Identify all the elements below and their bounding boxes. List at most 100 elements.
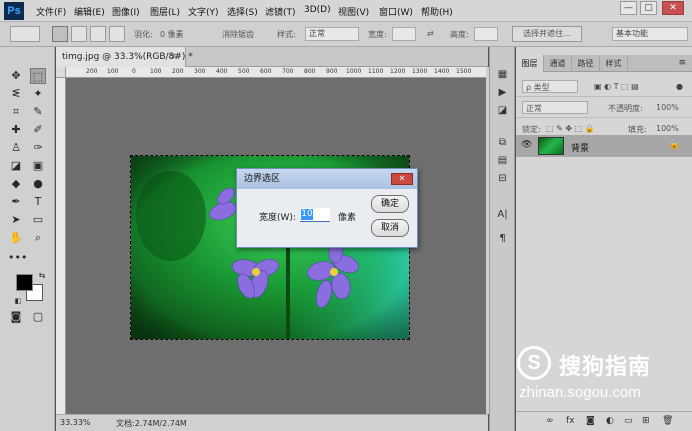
- watermark-text: 搜狗指南: [559, 355, 652, 380]
- rectangle-tool-icon[interactable]: ▭: [30, 212, 46, 228]
- height-field[interactable]: [474, 27, 498, 41]
- menu-help[interactable]: 帮助(H): [421, 5, 453, 18]
- actions-panel-icon[interactable]: ▶: [495, 85, 510, 100]
- tab-paths[interactable]: 路径: [572, 55, 600, 72]
- ruler-tick: 800: [304, 68, 316, 75]
- adjustment-layer-icon[interactable]: ◐: [606, 416, 614, 426]
- path-selection-icon[interactable]: ➤: [8, 212, 24, 228]
- default-colors-icon[interactable]: ◧: [10, 293, 26, 309]
- antialias-checkbox[interactable]: 消除锯齿: [222, 29, 254, 40]
- swap-icon[interactable]: ⇄: [427, 29, 434, 38]
- menu-view[interactable]: 视图(V): [338, 5, 369, 18]
- swap-colors-icon[interactable]: ⇆: [34, 268, 50, 284]
- dialog-close-icon[interactable]: ✕: [391, 173, 413, 185]
- add-mask-icon[interactable]: ◙: [586, 416, 595, 426]
- blur-tool-icon[interactable]: ◆: [8, 176, 24, 192]
- document-tab[interactable]: timg.jpg @ 33.3%(RGB/8#) * ×: [56, 47, 193, 67]
- width-field[interactable]: [392, 27, 416, 41]
- horizontal-ruler: 200 100 0 100 200 300 400 500 600 700 80…: [66, 67, 486, 78]
- cancel-button[interactable]: 取消: [371, 219, 409, 237]
- move-tool-icon[interactable]: ✥: [8, 68, 24, 84]
- screen-mode-icon[interactable]: ▢: [30, 309, 46, 325]
- history-panel-icon[interactable]: ▦: [495, 67, 510, 82]
- menu-edit[interactable]: 编辑(E): [74, 5, 105, 18]
- panel-dock: ▦ ▶ ◪ ⧉ ▤ ⊟ A| ¶: [489, 47, 515, 431]
- libraries-panel-icon[interactable]: ⧉: [495, 135, 510, 150]
- close-window-button[interactable]: ✕: [662, 1, 684, 15]
- quick-mask-icon[interactable]: ◙: [8, 309, 24, 325]
- menu-type[interactable]: 文字(Y): [188, 5, 219, 18]
- clone-stamp-icon[interactable]: ♙: [8, 140, 24, 156]
- link-layers-icon[interactable]: ∞: [546, 416, 554, 426]
- select-and-mask-button[interactable]: 选择并遮住...: [512, 26, 582, 42]
- workspace-select[interactable]: 基本功能: [612, 27, 688, 41]
- fill-label: 填充:: [628, 125, 647, 134]
- menu-filter[interactable]: 滤镜(T): [265, 5, 296, 18]
- healing-brush-icon[interactable]: ✚: [8, 122, 24, 138]
- menu-layer[interactable]: 图层(L): [150, 5, 180, 18]
- fill-value[interactable]: 100%: [656, 124, 679, 133]
- layer-style-icon[interactable]: fx: [566, 416, 575, 426]
- restore-button[interactable]: ▢: [640, 1, 657, 15]
- brush-tool-icon[interactable]: ✐: [30, 122, 46, 138]
- ruler-origin[interactable]: [56, 67, 66, 78]
- zoom-level[interactable]: 33.33%: [60, 418, 91, 427]
- subtract-selection-icon[interactable]: [90, 26, 106, 42]
- close-tab-icon[interactable]: ×: [169, 47, 177, 67]
- ok-button[interactable]: 确定: [371, 195, 409, 213]
- history-brush-icon[interactable]: ✑: [30, 140, 46, 156]
- intersect-selection-icon[interactable]: [109, 26, 125, 42]
- menu-window[interactable]: 窗口(W): [379, 5, 413, 18]
- character-panel-icon[interactable]: A|: [495, 207, 510, 222]
- document-info: 文档:2.74M/2.74M: [116, 419, 187, 428]
- menu-file[interactable]: 文件(F): [36, 5, 66, 18]
- style-select[interactable]: 正常: [305, 27, 359, 41]
- more-tools-icon[interactable]: •••: [8, 250, 27, 266]
- panel-menu-icon[interactable]: ≡: [678, 58, 686, 68]
- paragraph-panel-icon[interactable]: ¶: [495, 231, 510, 246]
- height-label: 高度:: [450, 30, 469, 39]
- tab-styles[interactable]: 样式: [600, 55, 628, 72]
- opacity-value[interactable]: 100%: [656, 103, 679, 112]
- delete-layer-icon[interactable]: 🗑: [662, 416, 673, 426]
- new-layer-icon[interactable]: ⊞: [642, 416, 650, 426]
- marquee-tool-icon[interactable]: ⬚: [30, 68, 46, 84]
- menu-3d[interactable]: 3D(D): [304, 5, 331, 15]
- menu-select[interactable]: 选择(S): [227, 5, 258, 18]
- gradient-tool-icon[interactable]: ▣: [30, 158, 46, 174]
- menu-image[interactable]: 图像(I): [112, 5, 140, 18]
- eraser-tool-icon[interactable]: ◪: [8, 158, 24, 174]
- crop-tool-icon[interactable]: ⌗: [8, 104, 24, 120]
- width-input-label: 宽度(W):: [259, 213, 296, 223]
- hand-tool-icon[interactable]: ✋: [8, 230, 24, 246]
- magic-wand-tool-icon[interactable]: ✦: [30, 86, 46, 102]
- pen-tool-icon[interactable]: ✒: [8, 194, 24, 210]
- feather-value[interactable]: 0 像素: [160, 29, 184, 40]
- eyedropper-tool-icon[interactable]: ✎: [30, 104, 46, 120]
- layer-row[interactable]: 👁 背景 🔒: [516, 135, 692, 157]
- zoom-tool-icon[interactable]: ⌕: [30, 230, 46, 246]
- minimize-button[interactable]: —: [620, 1, 637, 15]
- new-selection-icon[interactable]: [52, 26, 68, 42]
- filter-type-icons[interactable]: ▣ ◐ T ⬚ ▤: [594, 82, 639, 91]
- swatches-panel-icon[interactable]: ⊟: [495, 171, 510, 186]
- visibility-eye-icon[interactable]: 👁: [521, 140, 532, 150]
- lock-label: 锁定:: [522, 125, 541, 134]
- options-bar: 羽化: 0 像素 消除锯齿 样式: 正常 宽度: ⇄ 高度: 选择并遮住... …: [0, 22, 692, 47]
- add-selection-icon[interactable]: [71, 26, 87, 42]
- lock-icons[interactable]: ⬚ ✎ ✥ ⬚ 🔒: [546, 124, 595, 133]
- properties-panel-icon[interactable]: ◪: [495, 103, 510, 118]
- type-tool-icon[interactable]: T: [30, 194, 46, 210]
- foreground-color-swatch[interactable]: [16, 274, 33, 291]
- filter-toggle-icon[interactable]: ●: [676, 82, 683, 91]
- new-group-icon[interactable]: ▭: [624, 416, 633, 426]
- dodge-tool-icon[interactable]: ●: [30, 176, 46, 192]
- lasso-tool-icon[interactable]: ᓬ: [8, 86, 24, 102]
- tab-layers[interactable]: 图层: [516, 55, 544, 72]
- vertical-ruler: [56, 67, 66, 414]
- adjustments-panel-icon[interactable]: ▤: [495, 153, 510, 168]
- tab-channels[interactable]: 通道: [544, 55, 572, 72]
- ruler-tick: 1500: [456, 68, 472, 75]
- marquee-preset-icon[interactable]: [10, 26, 40, 42]
- ruler-tick: 1100: [368, 68, 384, 75]
